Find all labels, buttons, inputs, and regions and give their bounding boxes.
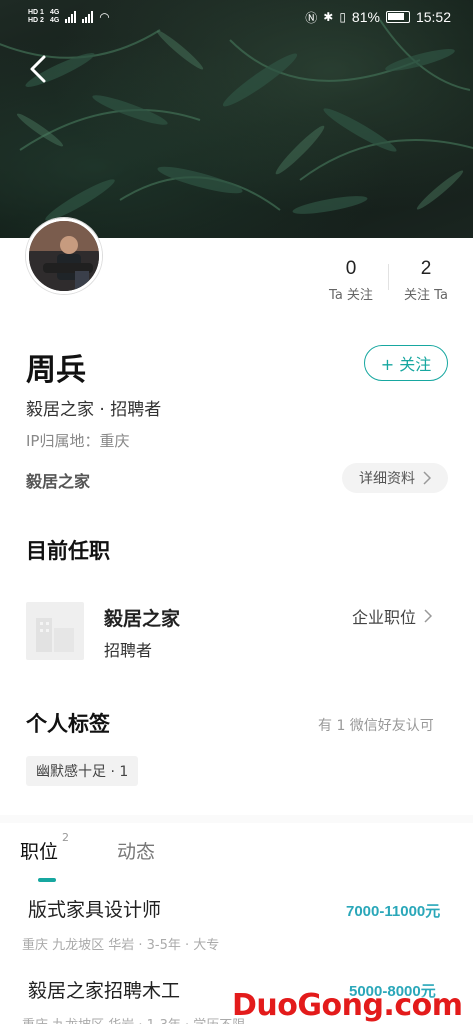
detail-label: 详细资料 xyxy=(359,471,415,487)
wifi-icon: ◠ xyxy=(99,10,110,24)
stat-followers[interactable]: 2 关注 Ta xyxy=(391,258,461,303)
company-jobs-label: 企业职位 xyxy=(352,608,417,627)
profile-company: 毅居之家 xyxy=(26,472,91,491)
section-divider xyxy=(0,815,473,823)
job-company: 毅居之家 xyxy=(104,608,181,630)
avatar[interactable] xyxy=(26,218,102,294)
post-title[interactable]: 毅居之家招聘木工 xyxy=(28,976,180,1003)
company-logo xyxy=(26,602,84,660)
stat-divider xyxy=(388,264,389,290)
battery-percent: 81% xyxy=(351,9,380,25)
profile-name: 周兵 xyxy=(26,353,86,388)
personal-tag[interactable]: 幽默感十足 · 1 xyxy=(26,756,139,786)
signal-icon xyxy=(65,11,77,23)
signal-icon xyxy=(82,11,94,23)
company-jobs-link[interactable]: 企业职位 xyxy=(352,604,433,628)
tab-activity[interactable]: 动态 xyxy=(117,837,155,864)
tab-jobs-count: 2 xyxy=(62,831,70,844)
tab-jobs[interactable]: 职位2 xyxy=(20,831,69,864)
job-role: 招聘者 xyxy=(104,641,153,660)
status-bar: HD 1 HD 2 4G 4G ◠ Ⓝ ✱ ▯ 81% 15:52 xyxy=(0,0,473,34)
ip-location: IP归属地：重庆 xyxy=(26,432,130,450)
current-job-title: 目前任职 xyxy=(26,539,110,563)
tab-jobs-label: 职位 xyxy=(20,841,59,863)
post-meta: 重庆 九龙坡区 华岩 · 1-3年 · 学历不限 xyxy=(22,1014,245,1024)
clock: 15:52 xyxy=(415,9,451,25)
post-title[interactable]: 版式家具设计师 xyxy=(28,895,161,922)
sim-label: HD 1 HD 2 xyxy=(28,9,44,24)
battery-icon xyxy=(385,11,410,23)
following-count: 0 xyxy=(345,258,357,279)
chevron-right-icon xyxy=(424,609,433,623)
watermark: DuoGong.com xyxy=(232,988,463,1023)
followers-label: 关注 Ta xyxy=(404,288,448,303)
profile-subtitle: 毅居之家 · 招聘者 xyxy=(26,400,162,420)
vibrate-icon: ▯ xyxy=(339,10,346,24)
tab-indicator xyxy=(38,878,56,882)
detail-button[interactable]: 详细资料 xyxy=(342,463,448,493)
post-meta: 重庆 九龙坡区 华岩 · 3-5年 · 大专 xyxy=(22,938,220,953)
friends-endorse: 有 1 微信好友认可 xyxy=(318,718,434,734)
following-label: Ta 关注 xyxy=(329,288,373,303)
followers-count: 2 xyxy=(420,258,432,279)
follow-button[interactable]: + 关注 xyxy=(364,345,448,381)
nfc-icon: Ⓝ xyxy=(305,10,318,25)
post-salary: 7000-11000元 xyxy=(346,903,441,920)
back-icon[interactable] xyxy=(26,54,52,84)
bluetooth-icon: ✱ xyxy=(323,10,334,24)
cover-image: HD 1 HD 2 4G 4G ◠ Ⓝ ✱ ▯ 81% 15:52 xyxy=(0,0,473,238)
network-label: 4G 4G xyxy=(49,9,60,24)
stat-following[interactable]: 0 Ta 关注 xyxy=(316,258,386,303)
chevron-right-icon xyxy=(423,471,431,485)
tags-title: 个人标签 xyxy=(26,712,110,736)
